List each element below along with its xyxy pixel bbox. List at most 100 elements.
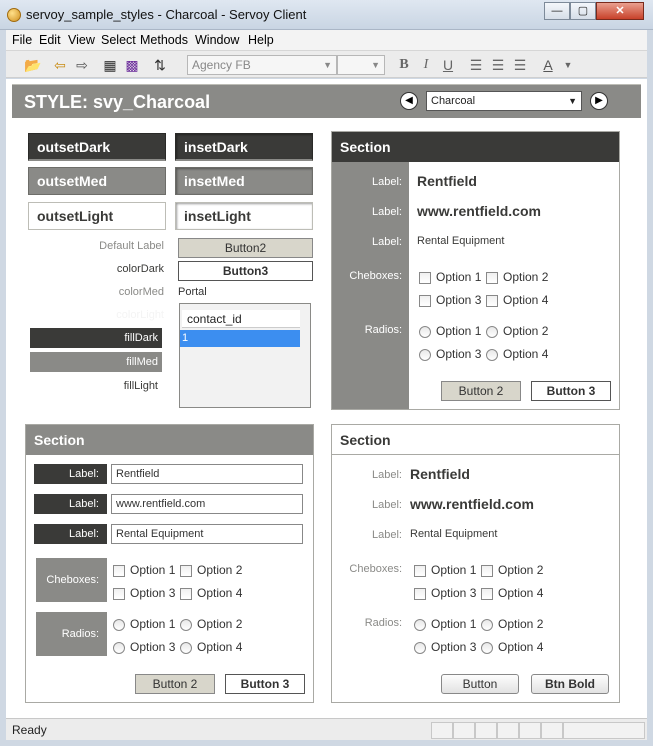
align-right-icon[interactable]: ☰ bbox=[512, 57, 528, 73]
section-med-radio-4[interactable]: Option 4 bbox=[180, 640, 242, 654]
section-dark-checkboxes-label: Cheboxes: bbox=[349, 270, 402, 282]
section-med-radio-1[interactable]: Option 1 bbox=[113, 617, 175, 631]
sort-icon[interactable]: ⇅ bbox=[152, 57, 168, 73]
checkbox-icon[interactable] bbox=[180, 564, 192, 577]
radio-icon[interactable] bbox=[419, 325, 431, 338]
prev-style-button[interactable]: ◀ bbox=[400, 92, 418, 110]
section-light-radio-2[interactable]: Option 2 bbox=[481, 617, 543, 631]
bold-icon[interactable]: B bbox=[396, 57, 412, 73]
section-med-checkbox-4[interactable]: Option 4 bbox=[180, 586, 242, 600]
button2[interactable]: Button2 bbox=[178, 238, 313, 258]
menu-methods[interactable]: Methods bbox=[140, 33, 188, 47]
align-left-icon[interactable]: ☰ bbox=[468, 57, 484, 73]
maximize-button[interactable]: ▢ bbox=[570, 2, 596, 20]
section-light-radio-3[interactable]: Option 3 bbox=[414, 640, 476, 654]
font-size-select[interactable]: ▼ bbox=[337, 55, 385, 75]
italic-icon[interactable]: I bbox=[418, 57, 434, 73]
section-dark-button-2[interactable]: Button 2 bbox=[441, 381, 521, 401]
checkbox-icon[interactable] bbox=[180, 587, 192, 600]
section-light-button[interactable]: Button bbox=[441, 674, 519, 694]
section-med-field-1[interactable]: Rentfield bbox=[111, 464, 303, 484]
font-name-select[interactable]: Agency FB ▼ bbox=[187, 55, 337, 75]
underline-icon[interactable]: U bbox=[440, 57, 456, 73]
menu-window[interactable]: Window bbox=[195, 33, 239, 47]
close-button[interactable]: ✕ bbox=[596, 2, 644, 20]
section-dark-checkbox-2[interactable]: Option 2 bbox=[486, 270, 548, 284]
back-arrow-icon[interactable]: ⇦ bbox=[52, 57, 68, 73]
section-dark-radio-3[interactable]: Option 3 bbox=[419, 347, 481, 361]
section-dark-checkbox-3[interactable]: Option 3 bbox=[419, 293, 481, 307]
radio-icon[interactable] bbox=[414, 618, 426, 631]
section-light-radio-1[interactable]: Option 1 bbox=[414, 617, 476, 631]
radio-icon[interactable] bbox=[486, 348, 498, 361]
status-cell bbox=[431, 722, 453, 739]
section-med-button-2[interactable]: Button 2 bbox=[135, 674, 215, 694]
section-med-button-3[interactable]: Button 3 bbox=[225, 674, 305, 694]
section-dark-radio-1[interactable]: Option 1 bbox=[419, 324, 481, 338]
section-light-checkbox-4[interactable]: Option 4 bbox=[481, 586, 543, 600]
checkbox-icon[interactable] bbox=[113, 587, 125, 600]
section-dark-checkbox-4[interactable]: Option 4 bbox=[486, 293, 548, 307]
option-label: Option 3 bbox=[431, 640, 477, 654]
radio-icon[interactable] bbox=[486, 325, 498, 338]
forward-arrow-icon[interactable]: ⇨ bbox=[74, 57, 90, 73]
button3[interactable]: Button3 bbox=[178, 261, 313, 281]
option-label: Option 4 bbox=[498, 586, 544, 600]
radio-icon[interactable] bbox=[481, 618, 493, 631]
section-light-title: Section bbox=[332, 425, 619, 455]
portal-row-selected[interactable]: 1 bbox=[180, 330, 300, 347]
checkbox-icon[interactable] bbox=[486, 294, 498, 307]
menu-help[interactable]: Help bbox=[248, 33, 274, 47]
radio-icon[interactable] bbox=[180, 641, 192, 654]
portal-column-header[interactable]: contact_id bbox=[182, 310, 300, 328]
text-color-dropdown-icon[interactable]: ▼ bbox=[560, 57, 576, 73]
style-select[interactable]: Charcoal ▼ bbox=[426, 91, 582, 111]
checkbox-icon[interactable] bbox=[113, 564, 125, 577]
find-icon[interactable]: ▦ bbox=[102, 57, 118, 73]
option-label: Option 4 bbox=[503, 347, 549, 361]
option-label: Option 1 bbox=[130, 563, 176, 577]
menu-select[interactable]: Select bbox=[101, 33, 136, 47]
section-dark-radio-4[interactable]: Option 4 bbox=[486, 347, 548, 361]
section-dark-checkbox-1[interactable]: Option 1 bbox=[419, 270, 481, 284]
checkbox-icon[interactable] bbox=[481, 564, 493, 577]
radio-icon[interactable] bbox=[180, 618, 192, 631]
section-med-checkbox-1[interactable]: Option 1 bbox=[113, 563, 175, 577]
menu-view[interactable]: View bbox=[68, 33, 95, 47]
inset-light-label: insetLight bbox=[175, 202, 313, 230]
section-med-radio-2[interactable]: Option 2 bbox=[180, 617, 242, 631]
menu-edit[interactable]: Edit bbox=[39, 33, 61, 47]
page-title: STYLE: svy_Charcoal bbox=[24, 92, 211, 112]
section-med-checkbox-3[interactable]: Option 3 bbox=[113, 586, 175, 600]
checkbox-icon[interactable] bbox=[414, 564, 426, 577]
checkbox-icon[interactable] bbox=[419, 271, 431, 284]
checkbox-icon[interactable] bbox=[419, 294, 431, 307]
section-med-field-2[interactable]: www.rentfield.com bbox=[111, 494, 303, 514]
align-center-icon[interactable]: ☰ bbox=[490, 57, 506, 73]
radio-icon[interactable] bbox=[414, 641, 426, 654]
radio-icon[interactable] bbox=[113, 618, 125, 631]
checkbox-icon[interactable] bbox=[414, 587, 426, 600]
minimize-button[interactable]: — bbox=[544, 2, 570, 20]
checkbox-icon[interactable] bbox=[486, 271, 498, 284]
section-light-btn-bold[interactable]: Btn Bold bbox=[531, 674, 609, 694]
section-light-checkbox-1[interactable]: Option 1 bbox=[414, 563, 476, 577]
section-light-checkbox-2[interactable]: Option 2 bbox=[481, 563, 543, 577]
find-clear-icon[interactable]: ▩ bbox=[124, 57, 140, 73]
section-med-checkbox-2[interactable]: Option 2 bbox=[180, 563, 242, 577]
radio-icon[interactable] bbox=[113, 641, 125, 654]
section-dark-button-3[interactable]: Button 3 bbox=[531, 381, 611, 401]
menu-file[interactable]: File bbox=[12, 33, 32, 47]
section-light-checkbox-3[interactable]: Option 3 bbox=[414, 586, 476, 600]
checkbox-icon[interactable] bbox=[481, 587, 493, 600]
section-light-radio-4[interactable]: Option 4 bbox=[481, 640, 543, 654]
open-folder-icon[interactable]: 📂 bbox=[24, 57, 41, 73]
section-med-radio-3[interactable]: Option 3 bbox=[113, 640, 175, 654]
section-dark-radio-2[interactable]: Option 2 bbox=[486, 324, 548, 338]
radio-icon[interactable] bbox=[481, 641, 493, 654]
next-style-button[interactable]: ▶ bbox=[590, 92, 608, 110]
option-label: Option 2 bbox=[503, 270, 549, 284]
radio-icon[interactable] bbox=[419, 348, 431, 361]
section-med-field-3[interactable]: Rental Equipment bbox=[111, 524, 303, 544]
text-color-icon[interactable]: A bbox=[540, 57, 556, 73]
